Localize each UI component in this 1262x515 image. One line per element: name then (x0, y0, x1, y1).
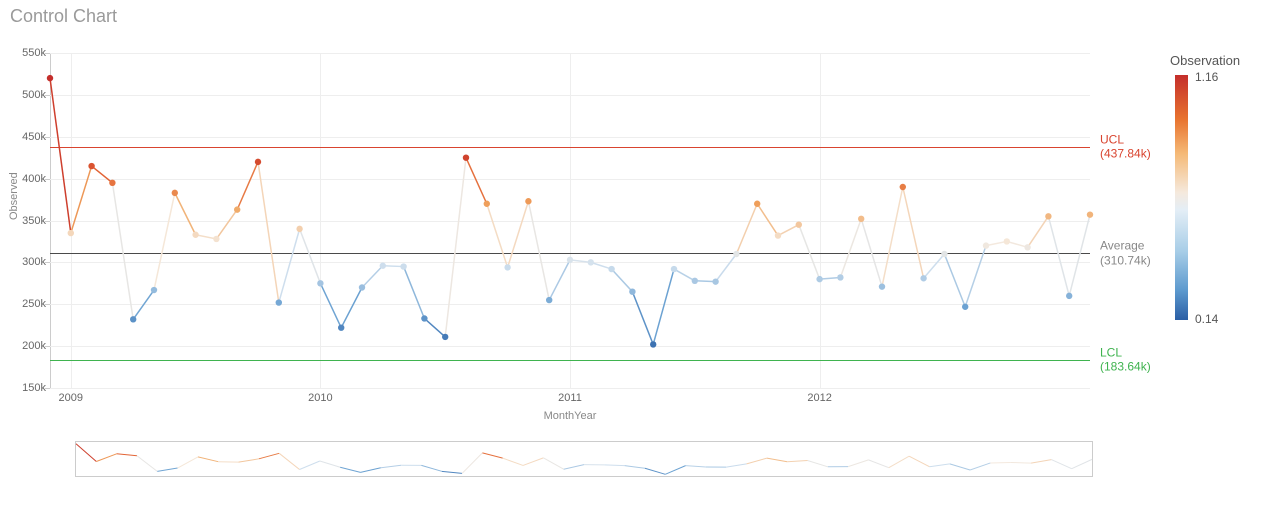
y-tick-mark (45, 137, 50, 138)
x-tick-label: 2009 (59, 392, 83, 404)
x-gridline (71, 53, 72, 388)
y-axis-label: Observed (8, 172, 20, 220)
legend-min-label: 0.14 (1195, 312, 1218, 326)
x-gridline (570, 53, 571, 388)
gridline (50, 388, 1090, 389)
chart-plot-area[interactable]: 150k200k250k300k350k400k450k500k550k 200… (50, 53, 1090, 388)
lcl-label: LCL (183.64k) (1100, 345, 1151, 374)
legend-title: Observation (1170, 53, 1240, 68)
y-tick-mark (45, 388, 50, 389)
range-selector[interactable] (75, 441, 1093, 477)
average-label: Average (310.74k) (1100, 239, 1151, 268)
x-gridline (820, 53, 821, 388)
x-axis-label: MonthYear (50, 410, 1090, 422)
color-legend-gradient (1175, 75, 1188, 320)
x-tick-label: 2010 (308, 392, 332, 404)
y-tick-mark (45, 179, 50, 180)
x-tick-label: 2011 (558, 392, 582, 404)
legend-max-label: 1.16 (1195, 70, 1218, 84)
range-selector-line (76, 442, 1092, 476)
average-line (50, 253, 1090, 254)
x-gridline (320, 53, 321, 388)
y-tick-mark (45, 95, 50, 96)
y-tick-mark (45, 262, 50, 263)
ucl-line (50, 147, 1090, 148)
x-tick-label: 2012 (807, 392, 831, 404)
ucl-label: UCL (437.84k) (1100, 133, 1151, 162)
lcl-line (50, 360, 1090, 361)
y-tick-mark (45, 346, 50, 347)
page-title: Control Chart (10, 6, 117, 27)
y-tick-mark (45, 53, 50, 54)
y-tick-mark (45, 304, 50, 305)
y-tick-mark (45, 221, 50, 222)
